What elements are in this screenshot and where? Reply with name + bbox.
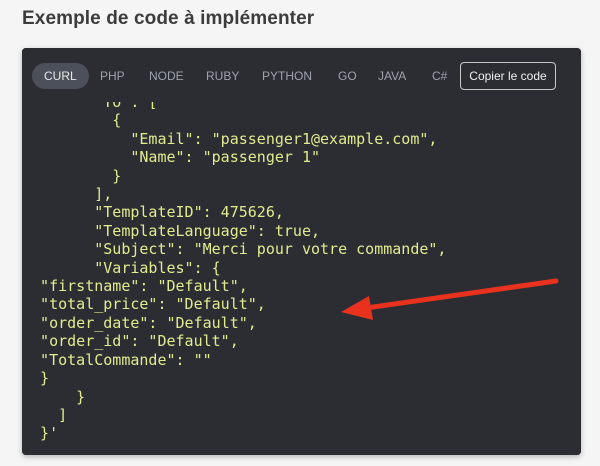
tab-ruby[interactable]: RUBY (194, 63, 251, 89)
code-line: } (22, 369, 50, 388)
code-line: "TemplateID": 475626, (22, 203, 284, 222)
code-line: "total_price": "Default", (22, 295, 266, 314)
tab-node[interactable]: NODE (137, 63, 196, 89)
code-line: "firstname": "Default", (22, 277, 248, 296)
page-heading: Exemple de code à implémenter (22, 8, 315, 29)
code-line: "TemplateLanguage": true, (22, 221, 321, 240)
code-line: "Name": "passenger 1" (22, 148, 321, 167)
code-line: } (22, 166, 122, 185)
code-line: "order_date": "Default", (22, 313, 257, 332)
code-line: ] (22, 405, 68, 424)
code-example-panel: CURL PHP NODE RUBY PYTHON GO JAVA C# Cop… (22, 48, 581, 455)
code-text: "To": [ { "Email": "passenger1@example.c… (22, 102, 446, 443)
copy-code-button[interactable]: Copier le code (460, 62, 556, 90)
code-line: "TotalCommande": "" (22, 350, 212, 369)
language-tabs: CURL PHP NODE RUBY PYTHON GO JAVA C# Cop… (22, 48, 581, 103)
tab-python[interactable]: PYTHON (250, 63, 324, 89)
code-line: } (22, 387, 86, 406)
tab-go[interactable]: GO (326, 63, 369, 89)
code-line: { (22, 111, 122, 130)
code-line: "Email": "passenger1@example.com", (22, 129, 438, 148)
tab-curl[interactable]: CURL (32, 63, 89, 89)
code-line: "Subject": "Merci pour votre commande", (22, 240, 447, 259)
code-line: ], (22, 185, 113, 204)
tab-php[interactable]: PHP (88, 63, 137, 89)
tab-java[interactable]: JAVA (366, 63, 418, 89)
code-line: "order_id": "Default", (22, 332, 239, 351)
code-block: "To": [ { "Email": "passenger1@example.c… (22, 102, 581, 455)
code-line: "Variables": { (22, 258, 221, 277)
tab-csharp[interactable]: C# (420, 63, 459, 89)
code-line: }' (22, 424, 59, 443)
code-line: "To": [ (22, 102, 158, 111)
